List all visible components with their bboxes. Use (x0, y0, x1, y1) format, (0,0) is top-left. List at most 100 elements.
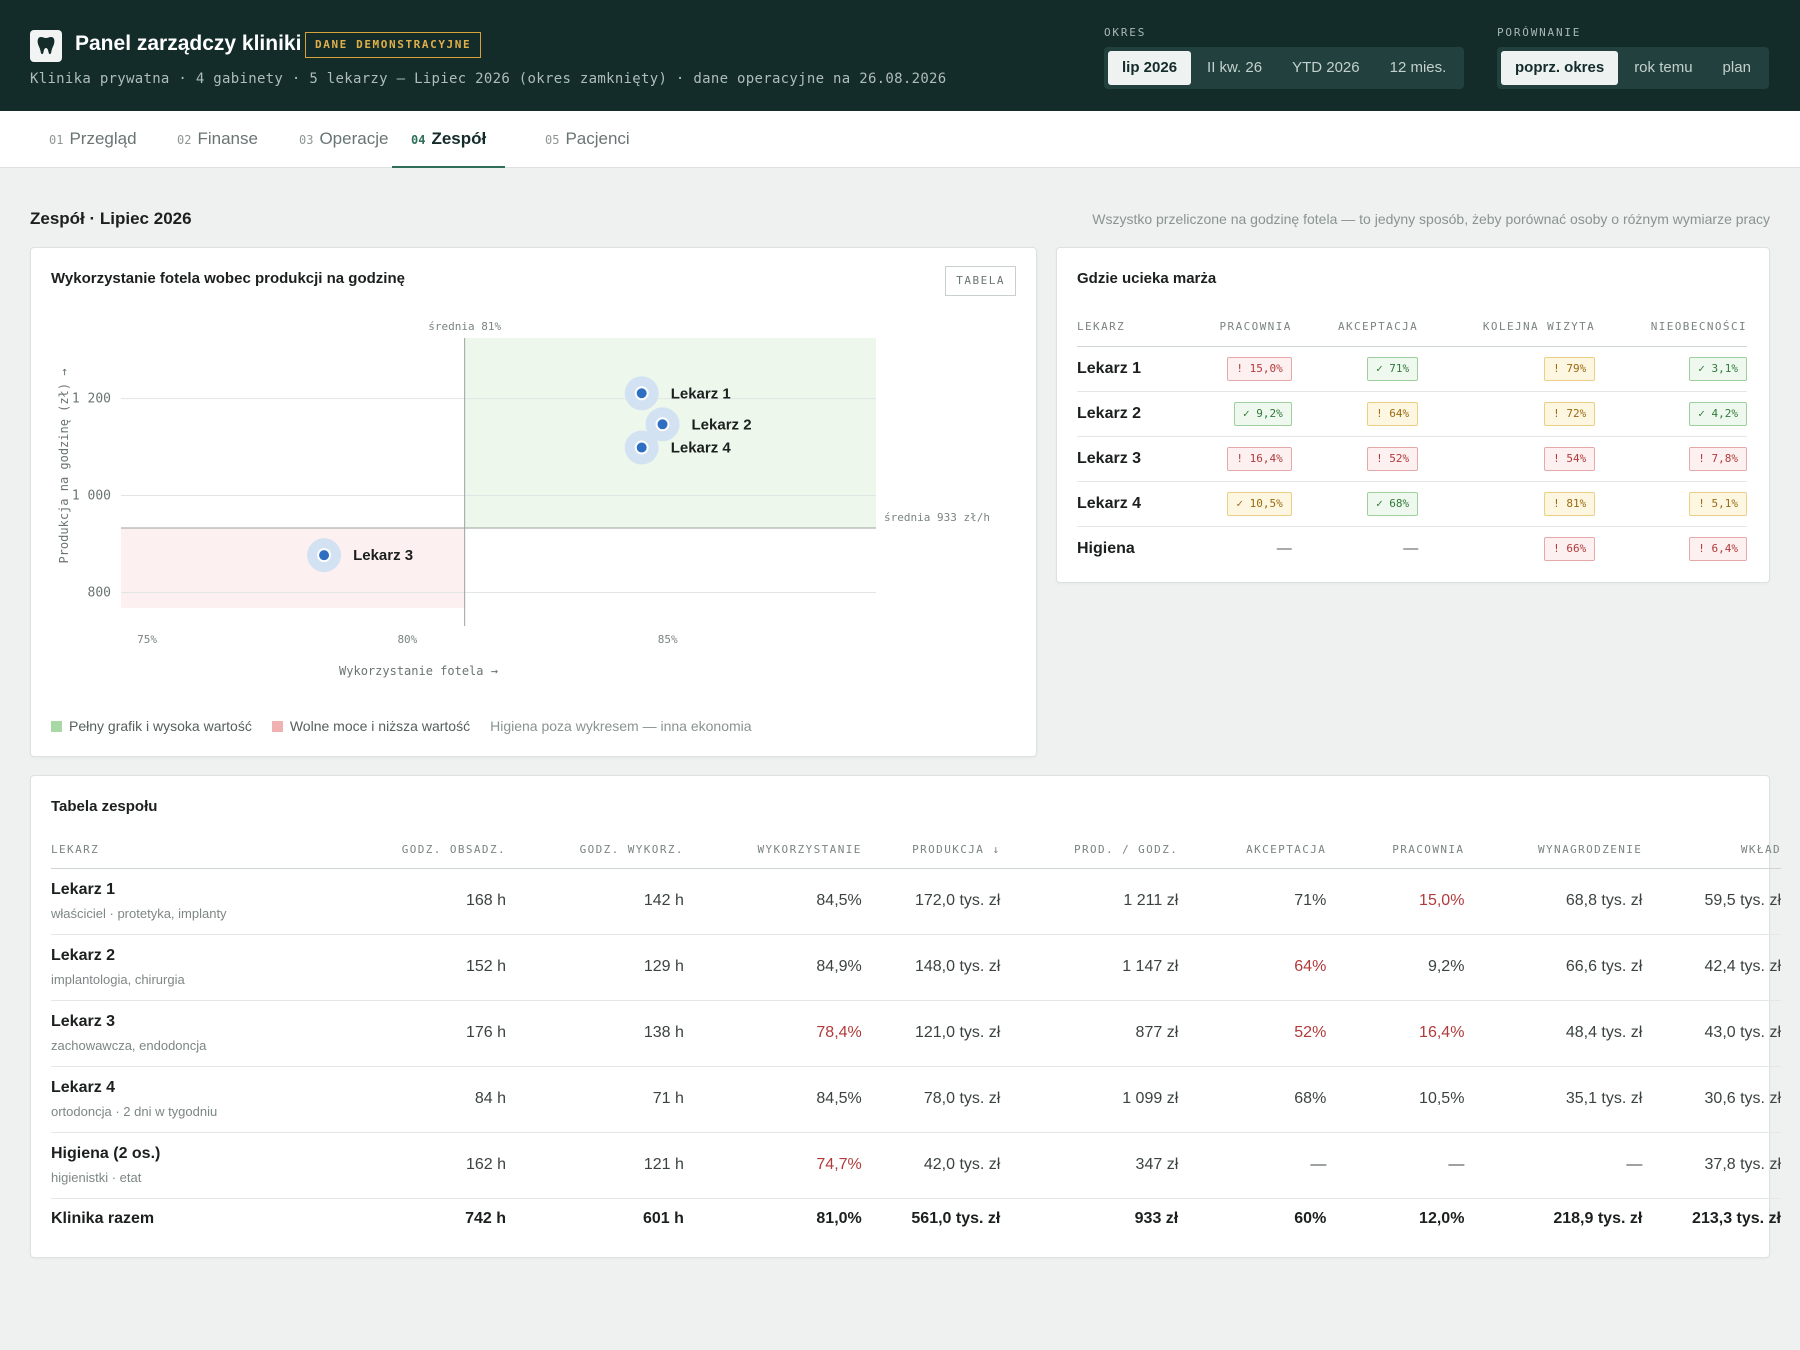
tab-operacje[interactable]: 03 Operacje (299, 111, 388, 168)
margin-cell: — (1178, 526, 1292, 571)
team-cell: 71% (1178, 868, 1327, 935)
compare-option-plan[interactable]: plan (1709, 51, 1765, 85)
team-cell: 74,7% (683, 1132, 862, 1199)
margin-cell: ! 16,4% (1177, 436, 1292, 482)
status-badge: ✓ 71% (1367, 356, 1419, 381)
period-option-q2-26[interactable]: II kw. 26 (1193, 51, 1276, 85)
team-cell: 66,6 tys. zł (1464, 934, 1643, 1001)
team-cell: 877 zł (1000, 1000, 1179, 1067)
team-cell: 162 h (328, 1132, 506, 1199)
margin-cell: ! 66% (1418, 526, 1596, 571)
table-row: Lekarz 3 zachowawcza, endodoncja 176 h 138 … (51, 1000, 1781, 1067)
x-tick-label: 80% (397, 633, 417, 646)
team-cell: 129 h (506, 934, 684, 1001)
legend-item-good: Pełny grafik i wysoka wartość (51, 718, 252, 734)
margin-cell: — (1292, 526, 1418, 571)
period-selector: lip 2026 II kw. 26 YTD 2026 12 mies. (1104, 47, 1465, 89)
tab-pacjenci[interactable]: 05 Pacjenci (545, 111, 630, 168)
point-lekarz-1-label: Lekarz 1 (671, 385, 731, 402)
tab-przeglad[interactable]: 01 Przegląd (49, 111, 137, 168)
tab-finanse[interactable]: 02 Finanse (177, 111, 258, 168)
team-col-header: WYKORZYSTANIE (683, 831, 862, 869)
section-title: Zespół · Lipiec 2026 (30, 209, 192, 228)
total-cell: 81,0% (816, 1210, 862, 1228)
status-badge: ! 64% (1367, 401, 1419, 426)
compare-option-year-ago[interactable]: rok temu (1620, 51, 1706, 85)
status-badge: ! 16,4% (1227, 446, 1292, 471)
team-cell: 68% (1178, 1066, 1327, 1133)
compare-option-previous-period[interactable]: poprz. okres (1501, 51, 1619, 85)
margin-cell: ! 81% (1418, 481, 1596, 527)
period-option-jul-2026[interactable]: lip 2026 (1108, 51, 1192, 85)
team-col-header: PRACOWNIA (1326, 831, 1465, 869)
margin-row: Lekarz 1 ! 15,0% ✓ 71% ! 79% ✓ 3,1% (1077, 346, 1747, 392)
team-cell: 42,0 tys. zł (861, 1132, 1001, 1199)
team-cell: 71 h (506, 1066, 684, 1133)
status-badge: ! 15,0% (1227, 356, 1292, 381)
point-lekarz-4[interactable] (634, 440, 649, 455)
team-member-role: właściciel · protetyka, implanty (51, 906, 227, 921)
point-lekarz-2[interactable] (655, 417, 670, 432)
margin-cell: ! 15,0% (1177, 346, 1292, 392)
team-cell: 138 h (506, 1000, 684, 1067)
team-cell: 172,0 tys. zł (861, 868, 1001, 935)
team-cell: 176 h (328, 1000, 506, 1067)
margin-row-name: Lekarz 3 (1077, 436, 1178, 482)
margin-col-header: LEKARZ (1077, 308, 1178, 347)
point-lekarz-1[interactable] (634, 386, 649, 401)
table-toggle-button[interactable]: TABELA (945, 266, 1016, 296)
team-member-name: Lekarz 3 (51, 1013, 116, 1030)
team-cell: 43,0 tys. zł (1642, 1000, 1781, 1067)
table-row: Lekarz 1 właściciel · protetyka, implanty… (51, 868, 1781, 935)
tab-zespol[interactable]: 04 Zespół (392, 111, 506, 168)
margin-cell: ✓ 68% (1291, 481, 1419, 527)
margin-cell: ! 64% (1291, 391, 1419, 437)
point-lekarz-4-label: Lekarz 4 (671, 440, 732, 457)
total-cell: 742 h (465, 1210, 506, 1228)
team-cell: 168 h (328, 868, 506, 935)
margin-cell: ! 5,1% (1595, 481, 1747, 527)
margin-row: Lekarz 3 ! 16,4% ! 52% ! 54% ! 7,8% (1077, 436, 1747, 482)
team-title: Tabela zespołu (51, 798, 158, 815)
total-cell: 933 zł (1134, 1210, 1179, 1228)
margin-card: Gdzie ucieka marża LEKARZ PRACOWNIA AKCEPT… (1056, 247, 1770, 583)
point-lekarz-3[interactable] (317, 548, 332, 563)
team-cell: 1 211 zł (1000, 868, 1179, 935)
period-option-ytd-2026[interactable]: YTD 2026 (1278, 51, 1374, 85)
period-option-12-months[interactable]: 12 mies. (1376, 51, 1461, 85)
avg-y-label: średnia 933 zł/h (884, 511, 990, 524)
team-cell: — (1326, 1132, 1465, 1199)
y-tick-label: 800 (88, 585, 111, 600)
team-cell: 148,0 tys. zł (861, 934, 1001, 1001)
scatter-legend: Pełny grafik i wysoka wartość Wolne moce… (51, 718, 752, 734)
team-cell: 68,8 tys. zł (1464, 868, 1643, 935)
team-cell: 78,4% (683, 1000, 862, 1067)
team-cell: 347 zł (1000, 1132, 1179, 1199)
status-badge: ! 66% (1544, 536, 1596, 561)
status-badge: ! 7,8% (1689, 446, 1747, 471)
scatter-title: Wykorzystanie fotela wobec produkcji na … (51, 270, 405, 287)
team-col-header: GODZ. OBSADZ. (328, 831, 506, 869)
point-lekarz-2-label: Lekarz 2 (692, 416, 752, 433)
top-header: Panel zarządczy kliniki DANE DEMONSTRACY… (0, 0, 1800, 111)
team-cell: 84,5% (683, 1066, 862, 1133)
team-col-header[interactable]: PRODUKCJA ↓ (861, 831, 1001, 869)
table-row: Higiena (2 os.) higienistki · etat 162 h 12… (51, 1132, 1781, 1199)
x-tick-label: 85% (658, 633, 678, 646)
margin-row-name: Lekarz 4 (1077, 481, 1178, 527)
team-cell: 35,1 tys. zł (1464, 1066, 1643, 1133)
y-axis-title: Produkcja na godzinę (zł) → (57, 368, 71, 563)
team-cell: 84 h (328, 1066, 506, 1133)
team-cell: 1 147 zł (1000, 934, 1179, 1001)
status-badge: ! 5,1% (1689, 491, 1747, 516)
legend-item-bad: Wolne moce i niższa wartość (271, 718, 470, 734)
margin-cell: ✓ 3,1% (1595, 346, 1747, 392)
team-member-role: zachowawcza, endodoncja (51, 1038, 207, 1053)
team-member-cell: Lekarz 2 implantologia, chirurgia (51, 934, 329, 1001)
team-cell: 10,5% (1326, 1066, 1465, 1133)
team-col-header: LEKARZ (51, 831, 329, 869)
team-cell: 16,4% (1326, 1000, 1465, 1067)
avg-x-label: średnia 81% (428, 320, 501, 333)
legend-swatch-bad (271, 721, 283, 732)
team-cell: — (1178, 1132, 1327, 1199)
